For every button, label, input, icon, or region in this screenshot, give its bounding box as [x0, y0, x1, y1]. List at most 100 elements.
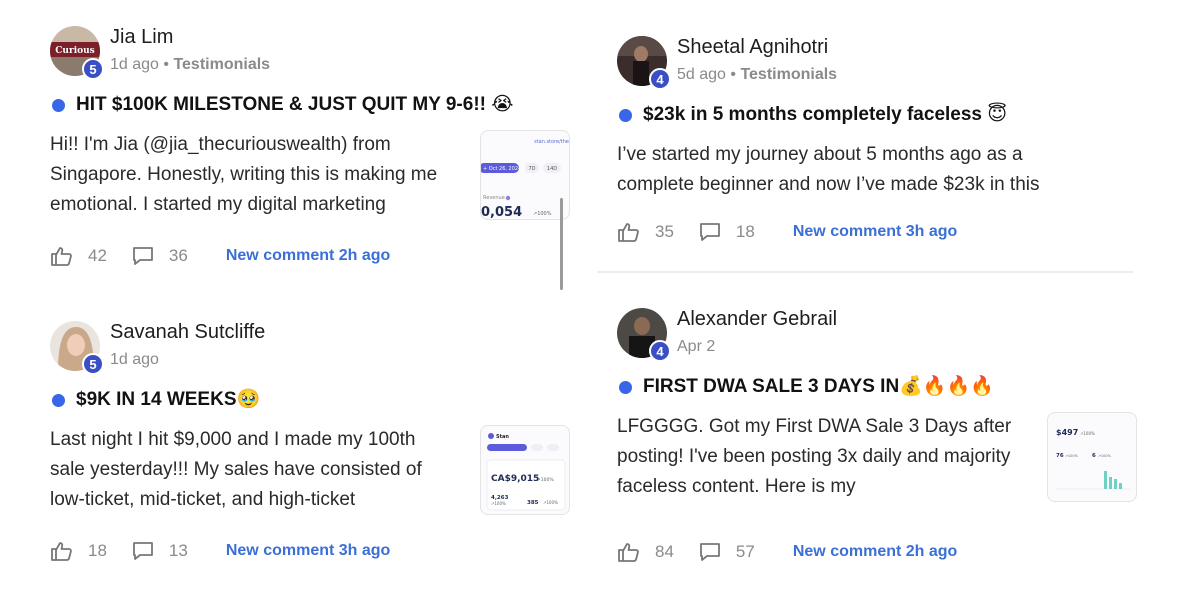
author-name[interactable]: Alexander Gebrail [677, 308, 837, 331]
thumb-brand: Stan [496, 434, 509, 440]
post-title-text: $23k in 5 months completely faceless 😇 [643, 104, 1008, 125]
post-card[interactable]: 4 Alexander Gebrail Apr 2 FIRST DWA SALE… [617, 308, 1137, 564]
comment-button[interactable]: 36 [131, 245, 188, 267]
post-excerpt: Hi!! I'm Jia (@jia_thecuriouswealth) fro… [50, 134, 438, 215]
section-divider [597, 271, 1133, 273]
post-meta: 5d ago • Testimonials [677, 66, 838, 83]
post-title[interactable]: HIT $100K MILESTONE & JUST QUIT MY 9-6!!… [50, 92, 570, 118]
comment-count: 36 [168, 246, 188, 265]
avatar[interactable]: 4 [617, 36, 671, 90]
post-body[interactable]: Last night I hit $9,000 and I made my 10… [50, 425, 570, 517]
thumbs-up-icon [618, 543, 639, 562]
avatar[interactable]: 5 [50, 321, 104, 375]
thumb-value-3: 6 [1092, 453, 1096, 459]
comment-button[interactable]: 18 [698, 221, 755, 243]
post-footer: 84 57 New comment 2h ago [617, 540, 1137, 564]
thumb-change: ↗100% [537, 477, 554, 483]
like-button[interactable]: 84 [617, 541, 674, 563]
post-footer: 42 36 New comment 2h ago [50, 244, 570, 268]
post-card[interactable]: 4 Sheetal Agnihotri 5d ago • Testimonial… [617, 36, 1137, 244]
post-title[interactable]: FIRST DWA SALE 3 DAYS IN💰🔥🔥🔥 [617, 374, 1137, 400]
post-body[interactable]: I’ve started my journey about 5 months a… [617, 140, 1137, 202]
like-count: 35 [655, 222, 674, 241]
earnings-dashboard-image: $497 ↗100% 76 ↗100% 6 ↗100% [1056, 428, 1130, 490]
thumb-chip-2: 14D [547, 166, 557, 172]
post-card[interactable]: Curious 5 Jia Lim 1d ago • Testimonials … [50, 26, 570, 268]
thumbs-up-icon [618, 223, 639, 242]
post-thumbnail[interactable]: stan.store/the + Oct 26, 2024 7D 14D Rev… [480, 130, 570, 220]
new-comment-link[interactable]: New comment 2h ago [226, 247, 390, 265]
avatar[interactable]: 4 [617, 308, 671, 362]
post-category[interactable]: Testimonials [173, 56, 270, 73]
thumb-change-3: ↗100% [543, 500, 558, 505]
comment-button[interactable]: 57 [698, 541, 755, 563]
post-meta: 1d ago • Testimonials [110, 56, 271, 73]
post-header: 5 Savanah Sutcliffe 1d ago [50, 321, 570, 377]
post-body[interactable]: LFGGGG. Got my First DWA Sale 3 Days aft… [617, 412, 1137, 504]
thumb-value: $497 [1056, 428, 1078, 437]
comment-bubble-icon [700, 543, 720, 561]
scrollbar[interactable] [560, 198, 563, 290]
unread-dot [619, 381, 632, 394]
post-card[interactable]: 5 Savanah Sutcliffe 1d ago $9K IN 14 WEE… [50, 321, 570, 563]
author-name[interactable]: Sheetal Agnihotri [677, 36, 828, 59]
post-excerpt: Last night I hit $9,000 and I made my 10… [50, 429, 422, 510]
thumb-value: CA$9,015 [491, 474, 539, 484]
thumb-value-2: 76 [1056, 453, 1064, 459]
post-thumbnail[interactable]: Stan CA$9,015 ↗100% 4,263 ↗100% 385 ↗100… [480, 425, 570, 515]
post-thumbnail[interactable]: $497 ↗100% 76 ↗100% 6 ↗100% [1047, 412, 1137, 502]
comment-bubble-icon [133, 542, 153, 560]
thumb-label: Revenue [483, 195, 505, 201]
author-name[interactable]: Savanah Sutcliffe [110, 321, 265, 344]
post-header: Curious 5 Jia Lim 1d ago • Testimonials [50, 26, 570, 82]
thumb-change-2: ↗100% [1065, 454, 1079, 458]
level-badge: 5 [82, 353, 104, 375]
author-name[interactable]: Jia Lim [110, 26, 173, 49]
post-time: 5d ago [677, 66, 726, 83]
avatar-text: Curious [55, 46, 94, 56]
thumb-value-3: 385 [527, 500, 539, 506]
new-comment-link[interactable]: New comment 2h ago [793, 543, 957, 561]
level-badge: 4 [649, 340, 671, 362]
post-header: 4 Sheetal Agnihotri 5d ago • Testimonial… [617, 36, 1137, 92]
level-badge: 4 [649, 68, 671, 90]
thumbs-up-icon [51, 247, 72, 266]
post-footer: 35 18 New comment 3h ago [617, 220, 1137, 244]
like-count: 18 [88, 541, 107, 560]
post-time: Apr 2 [677, 338, 716, 355]
like-button[interactable]: 35 [617, 221, 674, 243]
avatar[interactable]: Curious 5 [50, 26, 104, 80]
post-header: 4 Alexander Gebrail Apr 2 [617, 308, 1137, 364]
unread-dot [52, 99, 65, 112]
comment-bubble-icon [700, 223, 720, 241]
comment-count: 57 [735, 542, 755, 561]
new-comment-link[interactable]: New comment 3h ago [226, 542, 390, 560]
revenue-dashboard-image: stan.store/the + Oct 26, 2024 7D 14D Rev… [481, 139, 569, 220]
thumbs-up-icon [51, 542, 72, 561]
thumb-value: 0,054 [481, 205, 522, 220]
post-excerpt: I’ve started my journey about 5 months a… [617, 144, 1040, 195]
thumb-change: ↗100% [533, 211, 552, 217]
thumb-chip-1: 7D [528, 166, 535, 172]
post-category[interactable]: Testimonials [740, 66, 837, 83]
post-title[interactable]: $23k in 5 months completely faceless 😇 [617, 102, 1137, 128]
unread-dot [619, 109, 632, 122]
like-button[interactable]: 42 [50, 245, 107, 267]
sales-dashboard-image: Stan CA$9,015 ↗100% 4,263 ↗100% 385 ↗100… [486, 433, 566, 511]
post-body[interactable]: Hi!! I'm Jia (@jia_thecuriouswealth) fro… [50, 130, 570, 222]
thumb-change-2: ↗100% [491, 501, 506, 506]
like-button[interactable]: 18 [50, 540, 107, 562]
thumb-date: + Oct 26, 2024 [483, 166, 521, 172]
thumb-url: stan.store/the [534, 139, 569, 145]
post-title[interactable]: $9K IN 14 WEEKS🥹 [50, 387, 570, 413]
comment-count: 13 [168, 541, 188, 560]
post-footer: 18 13 New comment 3h ago [50, 539, 570, 563]
comment-button[interactable]: 13 [131, 540, 188, 562]
new-comment-link[interactable]: New comment 3h ago [793, 223, 957, 241]
post-time: 1d ago [110, 351, 159, 368]
post-title-text: $9K IN 14 WEEKS🥹 [76, 389, 261, 410]
post-excerpt: LFGGGG. Got my First DWA Sale 3 Days aft… [617, 416, 1012, 497]
thumb-change: ↗100% [1080, 431, 1095, 436]
like-count: 42 [88, 246, 107, 265]
post-title-text: HIT $100K MILESTONE & JUST QUIT MY 9-6!!… [76, 94, 514, 115]
